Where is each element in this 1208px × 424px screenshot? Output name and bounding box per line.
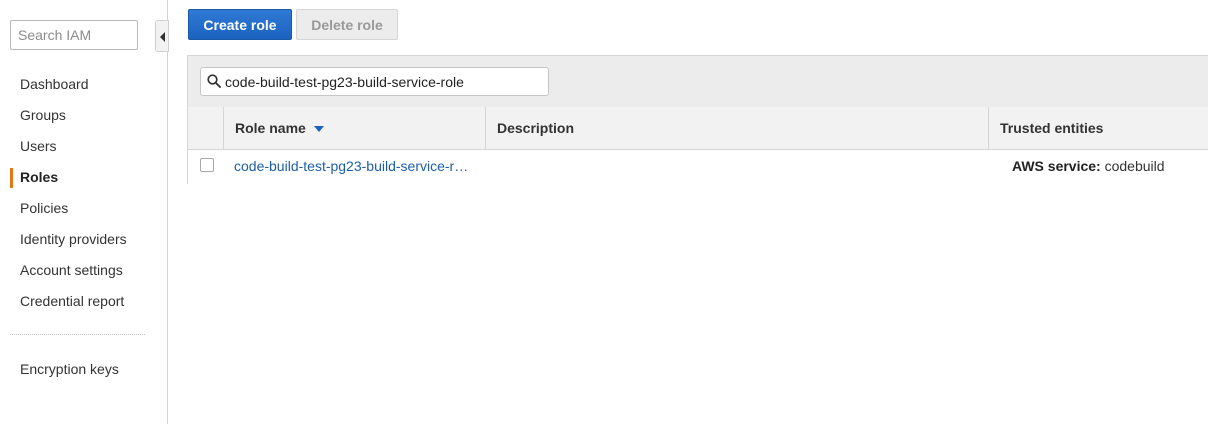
sidebar-item-users[interactable]: Users (0, 131, 167, 162)
search-icon (207, 74, 221, 88)
sidebar-nav: Dashboard Groups Users Roles Policies Id… (0, 69, 167, 317)
search-iam-input[interactable] (10, 20, 138, 50)
row-checkbox[interactable] (200, 158, 214, 172)
filter-bar (188, 56, 1208, 108)
roles-table: Role name Description Trusted entities c… (187, 55, 1208, 184)
role-name-link[interactable]: code-build-test-pg23-build-service-r… (234, 150, 478, 182)
table-row: code-build-test-pg23-build-service-r… AW… (188, 150, 1208, 184)
select-all-column (188, 107, 223, 149)
sidebar-item-encryption-keys[interactable]: Encryption keys (0, 354, 167, 385)
filter-field[interactable] (200, 67, 549, 96)
sidebar-item-credential-report[interactable]: Credential report (0, 286, 167, 317)
collapse-left-icon (160, 32, 165, 42)
trusted-entities-cell: AWS service: codebuild (1012, 150, 1165, 182)
create-role-button[interactable]: Create role (188, 9, 292, 40)
sidebar: Dashboard Groups Users Roles Policies Id… (0, 0, 168, 424)
sidebar-item-policies[interactable]: Policies (0, 193, 167, 224)
column-header-description[interactable]: Description (485, 107, 988, 149)
sidebar-item-dashboard[interactable]: Dashboard (0, 69, 167, 100)
column-header-trusted-entities[interactable]: Trusted entities (988, 107, 1208, 149)
sort-descending-icon[interactable] (313, 126, 324, 133)
trusted-entity-value: codebuild (1104, 158, 1165, 174)
sidebar-item-account-settings[interactable]: Account settings (0, 255, 167, 286)
sidebar-divider (10, 334, 145, 335)
role-filter-input[interactable] (225, 68, 545, 95)
collapse-sidebar-button[interactable] (155, 20, 169, 52)
sidebar-item-roles[interactable]: Roles (0, 162, 167, 193)
sidebar-item-groups[interactable]: Groups (0, 100, 167, 131)
sidebar-item-identity-providers[interactable]: Identity providers (0, 224, 167, 255)
delete-role-button[interactable]: Delete role (296, 9, 398, 40)
sidebar-extra-nav: Encryption keys (0, 354, 167, 385)
trusted-entity-type: AWS service: (1012, 158, 1101, 174)
table-header: Role name Description Trusted entities (188, 107, 1208, 150)
column-header-role-name-label: Role name (235, 120, 306, 136)
column-header-role-name[interactable]: Role name (223, 107, 485, 149)
